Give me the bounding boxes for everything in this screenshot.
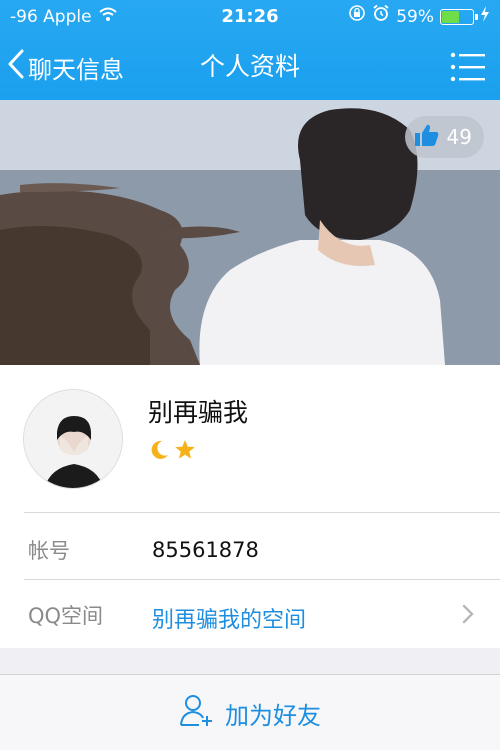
battery-fill xyxy=(442,11,460,23)
charging-icon xyxy=(480,0,490,34)
battery-icon xyxy=(440,9,478,25)
avatar[interactable] xyxy=(23,389,123,489)
header: -96 Apple 21:26 59% 聊天信息 个人资料 xyxy=(0,0,500,100)
page-title: 个人资料 xyxy=(199,52,300,81)
thumbs-up-icon xyxy=(414,124,439,151)
add-friend-button[interactable]: 加为好友 xyxy=(0,675,500,750)
qzone-label: QQ空间 xyxy=(28,604,104,628)
add-friend-icon xyxy=(179,692,215,734)
nickname: 别再骗我 xyxy=(148,398,249,427)
cover-photo[interactable]: 49 xyxy=(0,100,500,365)
account-label: 帐号 xyxy=(28,539,70,563)
like-button[interactable]: 49 xyxy=(404,116,484,158)
moon-icon xyxy=(148,439,170,465)
divider xyxy=(24,512,500,513)
star-icon xyxy=(174,439,196,465)
profile-section: 别再骗我 帐号 85561878 QQ空间 别再骗我的空间 xyxy=(0,365,500,648)
qzone-link: 别再骗我的空间 xyxy=(152,608,307,633)
battery-percent: 59% xyxy=(396,7,434,27)
status-right: 59% xyxy=(348,0,490,34)
menu-list-icon[interactable] xyxy=(450,50,486,84)
nav-bar: 聊天信息 个人资料 xyxy=(0,34,500,100)
qzone-row[interactable]: QQ空间 别再骗我的空间 xyxy=(0,580,500,648)
orientation-lock-icon xyxy=(348,0,366,34)
likes-count: 49 xyxy=(446,125,472,149)
add-friend-label: 加为好友 xyxy=(225,701,321,730)
status-bar: -96 Apple 21:26 59% xyxy=(0,0,500,34)
bottom-bar: 加为好友 xyxy=(0,674,500,750)
level-badges[interactable] xyxy=(148,439,196,465)
alarm-icon xyxy=(372,0,390,34)
chevron-right-icon xyxy=(462,604,474,628)
account-value: 85561878 xyxy=(152,538,259,562)
